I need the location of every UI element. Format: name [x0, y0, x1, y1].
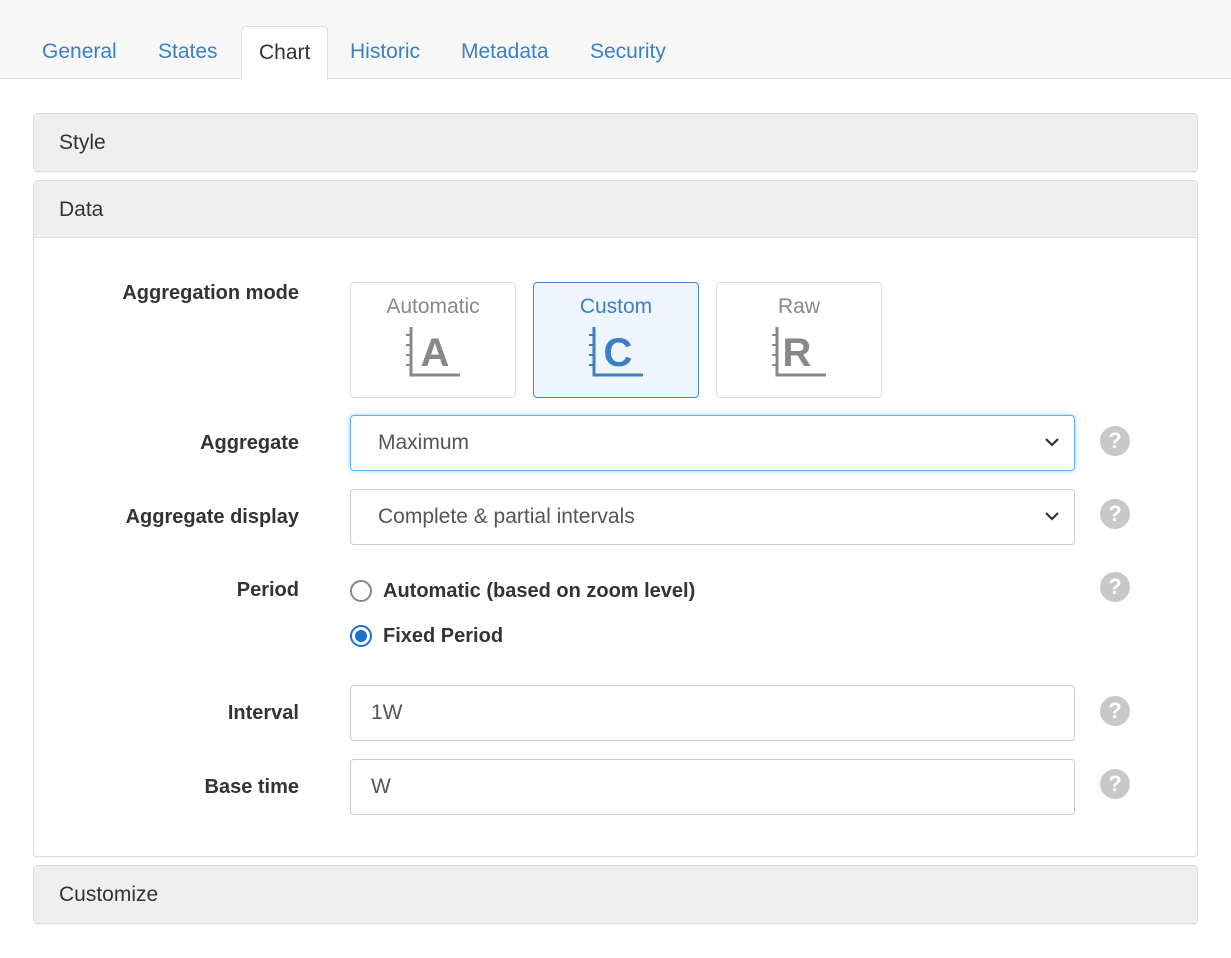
tab-historic[interactable]: Historic: [333, 26, 437, 79]
aggregate-display-select-value: Complete & partial intervals: [378, 505, 635, 528]
aggregation-mode-raw-button[interactable]: Raw R: [716, 282, 882, 398]
period-label: Period: [236, 579, 299, 601]
data-panel-heading[interactable]: Data: [34, 181, 1197, 238]
aggregation-mode-raw-label: Raw: [777, 295, 820, 318]
period-automatic-radio-label: Automatic (based on zoom level): [383, 579, 696, 602]
aggregate-display-label: Aggregate display: [125, 506, 299, 528]
style-panel-heading[interactable]: Style: [34, 114, 1197, 171]
chart-custom-icon: C: [589, 327, 643, 377]
tab-bar: General States Chart Historic Metadata S…: [0, 0, 1231, 80]
aggregate-display-help-icon[interactable]: ?: [1100, 499, 1130, 529]
base-time-input-value: W: [371, 775, 391, 798]
tab-security[interactable]: Security: [573, 26, 683, 79]
base-time-label: Base time: [204, 776, 300, 798]
tab-states[interactable]: States: [141, 26, 235, 79]
tab-general[interactable]: General: [25, 26, 134, 79]
aggregation-mode-custom-label: Custom: [579, 295, 653, 318]
chevron-down-icon: [1045, 512, 1059, 521]
aggregate-select[interactable]: Maximum: [350, 415, 1075, 471]
interval-label: Interval: [227, 702, 299, 724]
aggregation-mode-label: Aggregation mode: [122, 282, 299, 304]
period-help-icon[interactable]: ?: [1100, 572, 1130, 602]
tab-chart[interactable]: Chart: [241, 26, 329, 80]
aggregation-mode-custom-letter: C: [604, 331, 633, 375]
period-automatic-option[interactable]: Automatic (based on zoom level): [350, 576, 695, 606]
interval-help-icon[interactable]: ?: [1100, 696, 1130, 726]
chart-automatic-icon: A: [406, 327, 460, 377]
tab-metadata[interactable]: Metadata: [444, 26, 566, 79]
data-panel: Data Aggregation mode Automatic A Custom…: [33, 180, 1198, 857]
aggregation-mode-automatic-letter: A: [421, 331, 450, 375]
interval-input-value: 1W: [371, 701, 403, 724]
period-fixed-radio[interactable]: [350, 625, 372, 647]
base-time-input[interactable]: W: [350, 759, 1075, 815]
style-panel: Style: [33, 113, 1198, 172]
aggregate-select-value: Maximum: [378, 431, 470, 454]
customize-panel: Customize: [33, 865, 1198, 924]
period-fixed-radio-label: Fixed Period: [383, 624, 504, 647]
aggregate-display-select[interactable]: Complete & partial intervals: [350, 489, 1075, 545]
chevron-down-icon: [1045, 438, 1059, 447]
interval-input[interactable]: 1W: [350, 685, 1075, 741]
chart-raw-icon: R: [772, 327, 826, 377]
period-automatic-radio[interactable]: [350, 580, 372, 602]
aggregation-mode-automatic-button[interactable]: Automatic A: [350, 282, 516, 398]
period-fixed-option[interactable]: Fixed Period: [350, 621, 503, 651]
aggregation-mode-raw-letter: R: [783, 331, 812, 375]
customize-panel-heading[interactable]: Customize: [34, 866, 1197, 923]
aggregate-label: Aggregate: [200, 432, 299, 454]
aggregation-mode-custom-button[interactable]: Custom C: [533, 282, 699, 398]
aggregate-help-icon[interactable]: ?: [1100, 426, 1130, 456]
aggregation-mode-automatic-label: Automatic: [386, 295, 480, 318]
base-time-help-icon[interactable]: ?: [1100, 769, 1130, 799]
